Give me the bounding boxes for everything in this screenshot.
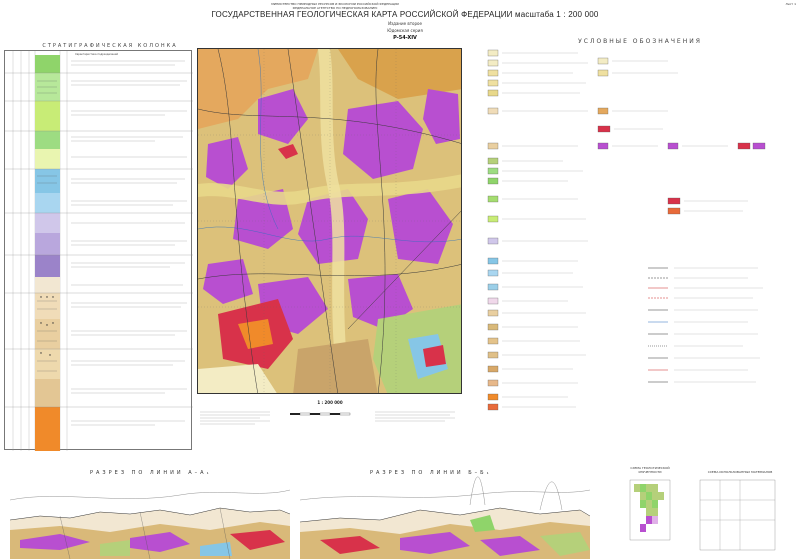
geological-map[interactable]	[197, 48, 462, 394]
map-scale: 1 : 200 000	[317, 400, 343, 405]
stratigraphic-column-graphic: Характеристика подразделений	[5, 51, 193, 451]
index-map	[629, 479, 671, 541]
map-imprint	[200, 411, 455, 425]
materials-scheme-title: СХЕМА ИСПОЛЬЗОВАННЫХ МАТЕРИАЛОВ	[707, 470, 773, 474]
scale-bar	[290, 412, 351, 416]
legend	[487, 49, 766, 411]
map-title: ГОСУДАРСТВЕННАЯ ГЕОЛОГИЧЕСКАЯ КАРТА РОСС…	[211, 10, 599, 19]
edition-label: Издание второе	[388, 21, 422, 26]
section-b	[299, 476, 591, 559]
series-label: Юдомская серия	[387, 28, 423, 33]
materials-scheme	[699, 479, 776, 551]
stratigraphic-column: Характеристика подразделений	[4, 50, 193, 451]
index-map-title: СХЕМА ГЕОЛОГИЧЕСКОЙ ИЗУЧЕННОСТИ	[630, 466, 670, 474]
section-b-title: РАЗРЕЗ ПО ЛИНИИ Б–Б₁	[370, 470, 492, 476]
ministry-header: МИНИСТЕРСТВО ПРИРОДНЫХ РЕСУРСОВ И ЭКОЛОГ…	[250, 2, 420, 10]
section-a-title: РАЗРЕЗ ПО ЛИНИИ А–А₁	[90, 470, 212, 476]
geological-map-graphic	[198, 49, 461, 393]
legend-title: УСЛОВНЫЕ ОБОЗНАЧЕНИЯ	[578, 38, 702, 45]
stratigraphy-title: СТРАТИГРАФИЧЕСКАЯ КОЛОНКА	[42, 43, 178, 49]
sheet-number: Лист 1	[785, 2, 796, 6]
column-header: Характеристика подразделений	[75, 52, 118, 56]
section-a	[9, 489, 291, 559]
